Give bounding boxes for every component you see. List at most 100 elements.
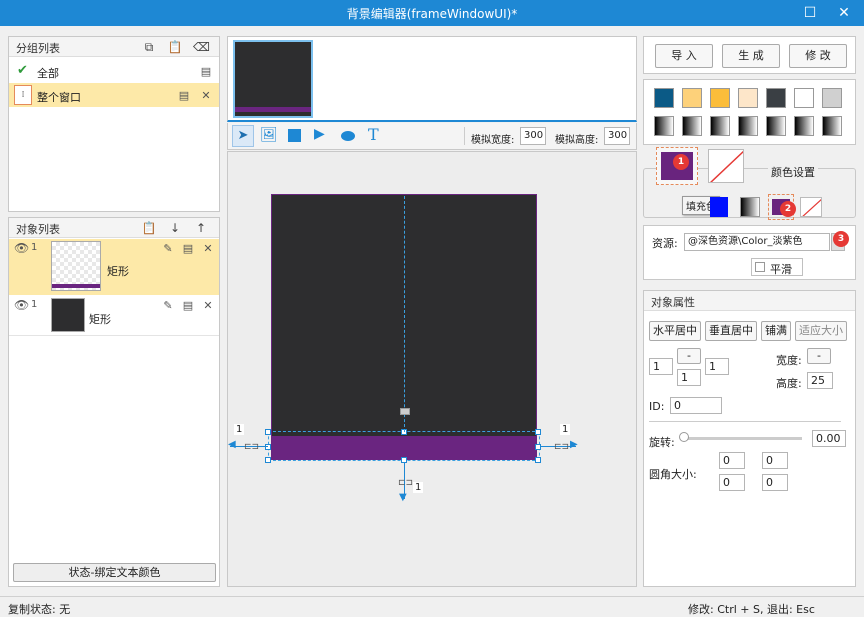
- copy-icon[interactable]: ▤: [177, 89, 191, 103]
- smooth-checkbox[interactable]: 平滑: [751, 258, 803, 276]
- top-anchor-toggle[interactable]: -: [677, 348, 701, 364]
- sim-height-input[interactable]: 300: [604, 127, 630, 145]
- import-button[interactable]: 导 入: [655, 44, 713, 68]
- window-title: 背景编辑器(frameWindowUI)*: [346, 7, 518, 21]
- anchor-link-icon[interactable]: ⊏⊐: [244, 442, 259, 452]
- gradient-swatch[interactable]: [682, 116, 702, 136]
- anchor-link-icon[interactable]: [400, 408, 410, 415]
- design-canvas[interactable]: ◀ ⊏⊐ 1 ▶ ⊏⊐ 1 ▼ ⊏⊐ 1: [227, 151, 637, 587]
- eye-icon[interactable]: 👁: [14, 241, 29, 255]
- resize-handle[interactable]: [265, 444, 271, 450]
- no-color-icon: [710, 150, 743, 182]
- title-bar: 背景编辑器(frameWindowUI)* ☐ ✕: [0, 0, 864, 26]
- edit-icon[interactable]: ✎: [161, 299, 175, 313]
- anchor-link-icon[interactable]: ⊏⊐: [554, 442, 569, 452]
- paste-icon[interactable]: 📋: [167, 39, 183, 55]
- move-down-icon[interactable]: ↓: [167, 220, 183, 236]
- preview-thumbnail-bar: [235, 107, 311, 112]
- resize-handle[interactable]: [535, 429, 541, 435]
- anchor-link-icon[interactable]: ⊏⊐: [398, 478, 413, 488]
- modify-button[interactable]: 修 改: [789, 44, 847, 68]
- delete-icon[interactable]: ✕: [199, 89, 213, 103]
- height-input[interactable]: 25: [807, 372, 833, 389]
- rectangle-tool-icon[interactable]: [288, 129, 301, 142]
- palette-swatch[interactable]: [794, 88, 814, 108]
- top-offset-input[interactable]: 1: [677, 369, 701, 386]
- generate-button[interactable]: 生 成: [722, 44, 780, 68]
- corner-radius-input[interactable]: 0: [762, 452, 788, 469]
- resize-handle[interactable]: [265, 429, 271, 435]
- resource-label: 资源:: [652, 237, 678, 250]
- rotate-input[interactable]: 0.00: [812, 430, 846, 447]
- palette-swatch[interactable]: [766, 88, 786, 108]
- group-list-panel: 分组列表 ⧉ 📋 ⌫ ✔ 全部 ▤ ⁞ 整个窗口 ▤ ✕: [8, 36, 220, 212]
- corner-radius-input[interactable]: 0: [762, 474, 788, 491]
- copy-icon[interactable]: ▤: [181, 242, 195, 256]
- play-tool-icon[interactable]: ▶: [314, 126, 325, 142]
- h-center-button[interactable]: 水平居中: [649, 321, 701, 341]
- edit-icon[interactable]: ✎: [161, 242, 175, 256]
- group-item-window[interactable]: ⁞ 整个窗口 ▤ ✕: [9, 83, 219, 107]
- group-list-title: 分组列表: [16, 42, 60, 55]
- ellipse-tool-icon[interactable]: [341, 131, 355, 141]
- gradient-swatch[interactable]: [654, 116, 674, 136]
- object-item-1[interactable]: 👁 1 矩形 ✎ ▤ ✕: [9, 239, 219, 295]
- palette-swatch[interactable]: [654, 88, 674, 108]
- corner-radius-input[interactable]: 0: [719, 452, 745, 469]
- preview-strip: [227, 36, 637, 122]
- id-input[interactable]: 0: [670, 397, 722, 414]
- v-center-button[interactable]: 垂直居中: [705, 321, 757, 341]
- fill-button[interactable]: 铺满: [761, 321, 791, 341]
- resize-handle[interactable]: [535, 444, 541, 450]
- object-properties-panel: 对象属性 水平居中 垂直居中 铺满 适应大小 - 1 1 1 宽度: - 高度:…: [643, 290, 856, 587]
- rotate-slider-track[interactable]: [684, 437, 802, 440]
- top-anchor-line: [404, 196, 405, 432]
- delete-icon[interactable]: ✕: [201, 299, 215, 313]
- text-tool-icon[interactable]: T: [368, 125, 379, 144]
- no-color-box[interactable]: [800, 197, 822, 217]
- image-tool-icon[interactable]: 🖼: [260, 127, 278, 143]
- palette-swatch[interactable]: [710, 88, 730, 108]
- rotate-label: 旋转:: [649, 436, 675, 449]
- rotate-slider-thumb[interactable]: [679, 432, 689, 442]
- resize-handle[interactable]: [535, 457, 541, 463]
- eye-icon[interactable]: 👁: [14, 298, 29, 312]
- clear-icon[interactable]: ⌫: [193, 39, 210, 55]
- preview-thumbnail[interactable]: [233, 40, 313, 118]
- width-toggle[interactable]: -: [807, 348, 831, 364]
- maximize-button[interactable]: ☐: [800, 3, 820, 23]
- copy-icon[interactable]: ▤: [199, 65, 213, 79]
- palette-swatch[interactable]: [822, 88, 842, 108]
- palette-swatch[interactable]: [738, 88, 758, 108]
- move-up-icon[interactable]: ↑: [193, 220, 209, 236]
- gradient-swatch[interactable]: [738, 116, 758, 136]
- blue-swatch[interactable]: [710, 197, 728, 217]
- gradient-swatch[interactable]: [740, 197, 760, 217]
- object-list-header: 对象列表 📋 ↓ ↑: [9, 218, 219, 238]
- select-tool-icon[interactable]: ➤: [232, 125, 254, 147]
- gradient-swatch[interactable]: [766, 116, 786, 136]
- gradient-swatch[interactable]: [794, 116, 814, 136]
- group-item-all[interactable]: ✔ 全部 ▤: [9, 60, 219, 82]
- corner-radius-input[interactable]: 0: [719, 474, 745, 491]
- add-group-icon[interactable]: ⧉: [141, 39, 157, 55]
- object-item-2[interactable]: 👁 1 矩形 ✎ ▤ ✕: [9, 296, 219, 336]
- delete-icon[interactable]: ✕: [201, 242, 215, 256]
- status-bar: 复制状态: 无 修改: Ctrl + S, 退出: Esc: [0, 596, 864, 617]
- check-icon: ✔: [17, 63, 28, 78]
- thumbnail-bar: [52, 284, 100, 288]
- right-offset-input[interactable]: 1: [705, 358, 729, 375]
- palette-swatch[interactable]: [682, 88, 702, 108]
- resize-handle[interactable]: [265, 457, 271, 463]
- bind-text-color-button[interactable]: 状态-绑定文本颜色: [13, 563, 216, 582]
- gradient-swatch[interactable]: [710, 116, 730, 136]
- copy-icon[interactable]: ▤: [181, 299, 195, 313]
- fit-size-button[interactable]: 适应大小: [795, 321, 847, 341]
- border-color-box[interactable]: [708, 149, 744, 183]
- sim-width-input[interactable]: 300: [520, 127, 546, 145]
- paste-icon[interactable]: 📋: [141, 220, 157, 236]
- gradient-swatch[interactable]: [822, 116, 842, 136]
- left-offset-input[interactable]: 1: [649, 358, 673, 375]
- close-button[interactable]: ✕: [834, 3, 854, 23]
- resource-input[interactable]: @深色资源\Color_淡紫色: [684, 233, 830, 251]
